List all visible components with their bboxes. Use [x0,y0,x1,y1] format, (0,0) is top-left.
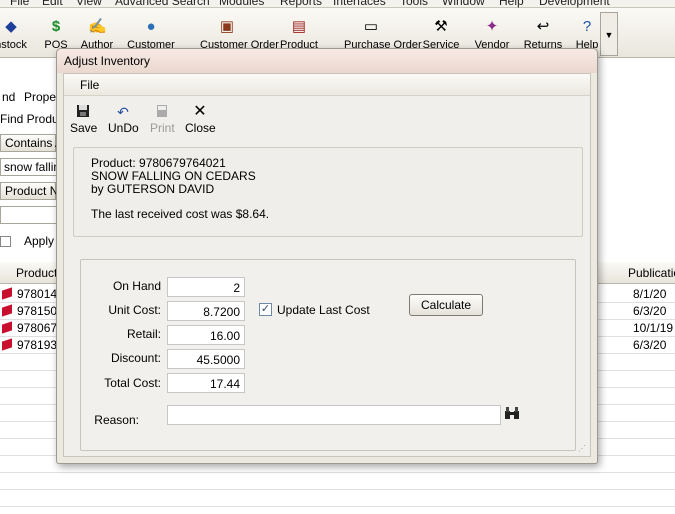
dialog-title: Adjust Inventory [64,54,151,68]
contains-all-button[interactable]: Contains Al [0,134,66,152]
product-title-line: SNOW FALLING ON CEDARS [91,169,256,183]
author-icon: ✍ [88,18,107,35]
last-received-cost-line: The last received cost was $8.64. [91,207,270,221]
toolbar-overflow-chevron-icon[interactable]: ▼ [600,12,618,56]
reason-label: Reason: [94,413,139,427]
menu-interfaces[interactable]: Interfaces [333,0,386,8]
apply-checkbox[interactable] [0,236,11,247]
product-author-line: by GUTERSON DAVID [91,182,215,196]
on-hand-label: On Hand [112,279,161,293]
menu-reports[interactable]: Reports [280,0,322,8]
product-search-input[interactable]: snow falling [0,158,67,176]
update-last-cost-label[interactable]: Update Last Cost [277,303,370,317]
book-icon [2,338,12,351]
unit-cost-label: Unit Cost: [108,303,161,317]
close-icon: ✕ [193,103,207,120]
retail-label: Retail: [126,327,161,341]
left-blank-input[interactable] [0,206,58,224]
apply-label: Apply [24,234,55,248]
table-row [0,473,675,490]
save-button[interactable]: Save [70,104,97,136]
close-button[interactable]: ✕ Close [185,103,216,136]
book-icon [2,304,12,317]
menu-development[interactable]: Development [539,0,610,8]
menu-modules[interactable]: Modules [219,0,264,8]
app-menubar: File Edit View Advanced Search Modules R… [0,0,675,8]
retail-field[interactable]: 16.00 [167,325,245,345]
globe-icon: ● [146,18,156,35]
discount-field[interactable]: 45.5000 [167,349,245,369]
reason-input[interactable] [167,405,501,425]
table-row [0,490,675,507]
menu-file[interactable]: File [10,0,29,8]
find-product-label: Find Produc [0,112,65,126]
save-icon [75,104,91,120]
inventory-icon: ◆ [5,18,17,35]
dialog-body: File Save ↶ UnDo Print ✕ Close Product: … [63,73,591,457]
dialog-toolbar: Save ↶ UnDo Print ✕ Close [64,98,590,136]
binoculars-icon[interactable] [505,407,519,421]
product-number-line: Product: 9780679764021 [91,156,226,170]
adjust-inventory-dialog: Adjust Inventory File Save ↶ UnDo Print [56,48,598,464]
product-number-button[interactable]: Product Nu [0,182,65,200]
help-icon: ? [582,18,592,35]
menu-advanced-search[interactable]: Advanced Search [115,0,210,8]
dialog-menu-file[interactable]: File [80,78,99,92]
menu-edit[interactable]: Edit [42,0,63,8]
left-row1-label-a[interactable]: nd [2,90,15,104]
unit-cost-field[interactable]: 8.7200 [167,301,245,321]
wrench-icon: ⚒ [434,18,448,35]
dialog-titlebar[interactable]: Adjust Inventory [57,49,597,73]
product-icon: ▤ [291,18,307,35]
col-product-header[interactable]: Product [16,266,57,280]
update-last-cost-checkbox[interactable]: ✓ [259,303,272,316]
undo-button[interactable]: ↶ UnDo [108,104,139,136]
vendor-icon: ✦ [485,18,499,35]
menu-view[interactable]: View [76,0,102,8]
customer-order-icon: ▣ [219,18,235,35]
dialog-menubar: File [64,74,590,96]
print-icon [154,104,170,120]
total-cost-label: Total Cost: [104,376,161,390]
calculate-button[interactable]: Calculate [409,294,483,316]
dollar-icon: $ [51,18,61,35]
resize-grip-icon[interactable]: ⋰ [578,444,588,454]
on-hand-field[interactable]: 2 [167,277,245,297]
menu-tools[interactable]: Tools [400,0,428,8]
undo-icon: ↶ [117,104,129,120]
adjustment-form-panel: On Hand 2 Unit Cost: 8.7200 ✓ Update Las… [80,259,576,451]
book-icon [2,287,12,300]
print-button[interactable]: Print [150,104,175,136]
left-row1-label-b[interactable]: Proper [24,90,60,104]
purchase-order-icon: ▭ [363,18,379,35]
book-icon [2,321,12,334]
menu-help[interactable]: Help [499,0,524,8]
discount-label: Discount: [110,351,161,365]
total-cost-field: 17.44 [167,373,245,393]
menu-window[interactable]: Window [442,0,485,8]
returns-icon: ↩ [536,18,550,35]
col-publication-header[interactable]: Publication [628,266,675,280]
product-info-panel: Product: 9780679764021 SNOW FALLING ON C… [73,147,583,237]
